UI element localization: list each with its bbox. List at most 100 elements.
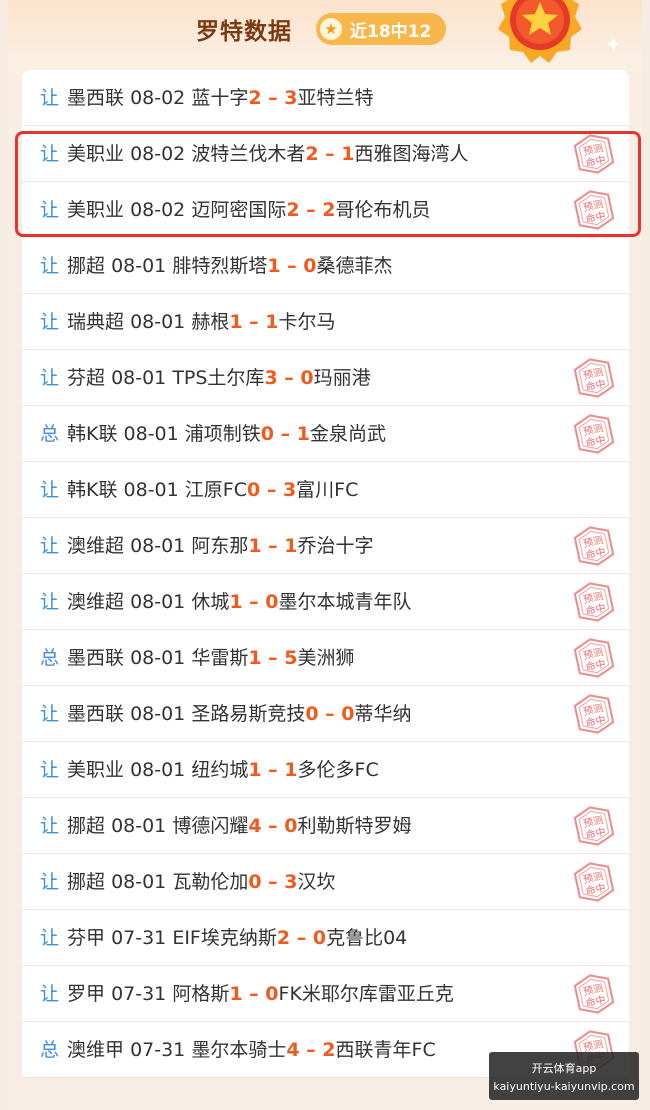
home-team: 墨尔本骑士 [191, 1039, 287, 1061]
home-team: 华雷斯 [191, 647, 249, 669]
league-name: 美职业 [67, 759, 131, 781]
away-team: 美洲狮 [297, 647, 355, 669]
away-score: 2 [322, 199, 336, 221]
match-row[interactable]: 让罗甲 07-31 阿格斯1 – 0FK米耶尔库雷亚丘克 预测 命中 [22, 966, 629, 1022]
away-score: 2 [322, 1039, 336, 1061]
away-team: 金泉尚武 [309, 423, 386, 445]
home-team: 阿格斯 [172, 983, 230, 1005]
home-score: 4 [286, 1039, 300, 1061]
page-title: 罗特数据 [196, 19, 292, 45]
away-score: 0 [341, 703, 355, 725]
match-row[interactable]: 让瑞典超 08-01 赫根1 – 1卡尔马 [22, 294, 629, 350]
score-separator: – [261, 759, 285, 781]
away-team: 多伦多FC [297, 759, 379, 781]
match-row[interactable]: 让挪超 08-01 腓特烈斯塔1 – 0桑德菲杰 [22, 238, 629, 294]
match-row[interactable]: 让澳维超 08-01 阿东那1 – 1乔治十字 预测 命中 [22, 518, 629, 574]
home-score: 2 [248, 87, 262, 109]
match-text: 让韩K联 08-01 江原FC0 – 3富川FC [40, 462, 358, 518]
bet-type-mark: 让 [40, 871, 60, 893]
away-team: FK米耶尔库雷亚丘克 [278, 983, 454, 1005]
match-row[interactable]: 让芬超 08-01 TPS土尔库3 – 0玛丽港 预测 命中 [22, 350, 629, 406]
home-team: 休城 [191, 591, 230, 613]
bet-type-mark: 总 [40, 647, 60, 669]
bet-type-mark: 让 [40, 759, 60, 781]
away-score: 1 [296, 423, 310, 445]
away-score: 1 [284, 759, 298, 781]
match-row[interactable]: 总韩K联 08-01 浦项制铁0 – 1金泉尚武 预测 命中 [22, 406, 629, 462]
hit-rate-badge[interactable]: ★ 近18中12 [316, 13, 446, 45]
match-row[interactable]: 让挪超 08-01 博德闪耀4 – 0利勒斯特罗姆 预测 命中 [22, 798, 629, 854]
match-row[interactable]: 总墨西联 08-01 华雷斯1 – 5美洲狮 预测 命中 [22, 630, 629, 686]
league-name: 挪超 [67, 871, 112, 893]
bet-type-mark: 让 [40, 311, 60, 333]
match-text: 让美职业 08-02 迈阿密国际2 – 2哥伦布机员 [40, 182, 431, 238]
score-separator: – [260, 479, 283, 501]
away-score: 3 [284, 87, 298, 109]
home-score: 0 [246, 479, 261, 501]
home-score: 2 [286, 199, 300, 221]
match-date: 08-02 [130, 143, 192, 165]
away-score: 0 [284, 815, 298, 837]
match-date: 08-01 [111, 871, 173, 893]
bet-type-mark: 让 [40, 479, 60, 501]
home-score: 1 [229, 983, 243, 1005]
bet-type-mark: 总 [40, 1039, 60, 1061]
league-name: 澳维甲 [67, 1039, 131, 1061]
home-score: 2 [276, 927, 291, 949]
match-row[interactable]: 让美职业 08-02 迈阿密国际2 – 2哥伦布机员 预测 命中 [22, 182, 629, 238]
league-name: 美职业 [67, 143, 131, 165]
match-text: 总墨西联 08-01 华雷斯1 – 5美洲狮 [40, 630, 355, 686]
home-score: 0 [305, 703, 319, 725]
league-name: 瑞典超 [67, 311, 131, 333]
match-date: 07-31 [111, 983, 173, 1005]
match-row[interactable]: 让澳维超 08-01 休城1 – 0墨尔本城青年队 预测 命中 [22, 574, 629, 630]
home-score: 0 [260, 423, 275, 445]
score-separator: – [261, 871, 285, 893]
match-text: 总澳维甲 07-31 墨尔本骑士4 – 2西联青年FC [40, 1022, 436, 1078]
score-separator: – [299, 199, 323, 221]
away-score: 3 [282, 479, 297, 501]
bet-type-mark: 让 [40, 255, 60, 277]
header: 罗特数据 ★ 近18中12 ✦ [0, 0, 650, 63]
match-text: 让瑞典超 08-01 赫根1 – 1卡尔马 [40, 294, 336, 350]
league-name: 美职业 [67, 199, 131, 221]
league-name: 韩K联 [67, 423, 124, 445]
match-date: 07-31 [130, 1039, 192, 1061]
away-team: 蒂华纳 [354, 703, 412, 725]
home-team: 阿东那 [191, 535, 249, 557]
star-icon: ★ [320, 18, 342, 40]
match-text: 让墨西联 08-01 圣路易斯竞技0 – 0蒂华纳 [40, 686, 412, 742]
home-team: 博德闪耀 [172, 815, 249, 837]
home-score: 1 [248, 535, 262, 557]
match-text: 让墨西联 08-02 蓝十字2 – 3亚特兰特 [40, 70, 374, 126]
match-row[interactable]: 让挪超 08-01 瓦勒伦加0 – 3汉坎 预测 命中 [22, 854, 629, 910]
match-row[interactable]: 让墨西联 08-02 蓝十字2 – 3亚特兰特 [22, 70, 629, 126]
bet-type-mark: 总 [40, 423, 60, 445]
match-row[interactable]: 让墨西联 08-01 圣路易斯竞技0 – 0蒂华纳 预测 命中 [22, 686, 629, 742]
match-row[interactable]: 让美职业 08-01 纽约城1 – 1多伦多FC [22, 742, 629, 798]
score-separator: – [280, 255, 304, 277]
home-score: 0 [248, 871, 262, 893]
away-score: 0 [265, 591, 279, 613]
bet-type-mark: 让 [40, 87, 60, 109]
score-separator: – [318, 143, 342, 165]
score-separator: – [318, 703, 342, 725]
away-score: 0 [312, 927, 327, 949]
away-score: 5 [284, 647, 298, 669]
match-row[interactable]: 让韩K联 08-01 江原FC0 – 3富川FC [22, 462, 629, 518]
away-score: 1 [284, 535, 298, 557]
match-row[interactable]: 让芬甲 07-31 EIF埃克纳斯2 – 0克鲁比04 [22, 910, 629, 966]
match-date: 08-02 [130, 87, 192, 109]
watermark: 开云体育app kaiyuntiyu-kaiyunvip.com [489, 1052, 639, 1100]
home-team: EIF埃克纳斯 [172, 927, 277, 949]
home-team: 江原FC [184, 479, 247, 501]
league-name: 澳维超 [67, 535, 131, 557]
home-score: 1 [229, 591, 243, 613]
away-score: 0 [300, 367, 314, 389]
match-row[interactable]: 让美职业 08-02 波特兰伐木者2 – 1西雅图海湾人 预测 命中 [22, 126, 629, 182]
score-separator: – [261, 535, 285, 557]
prediction-hit-stamp: 预测命中 [573, 134, 615, 174]
score-separator: – [242, 591, 266, 613]
home-team: 迈阿密国际 [191, 199, 287, 221]
home-team: 瓦勒伦加 [172, 871, 249, 893]
